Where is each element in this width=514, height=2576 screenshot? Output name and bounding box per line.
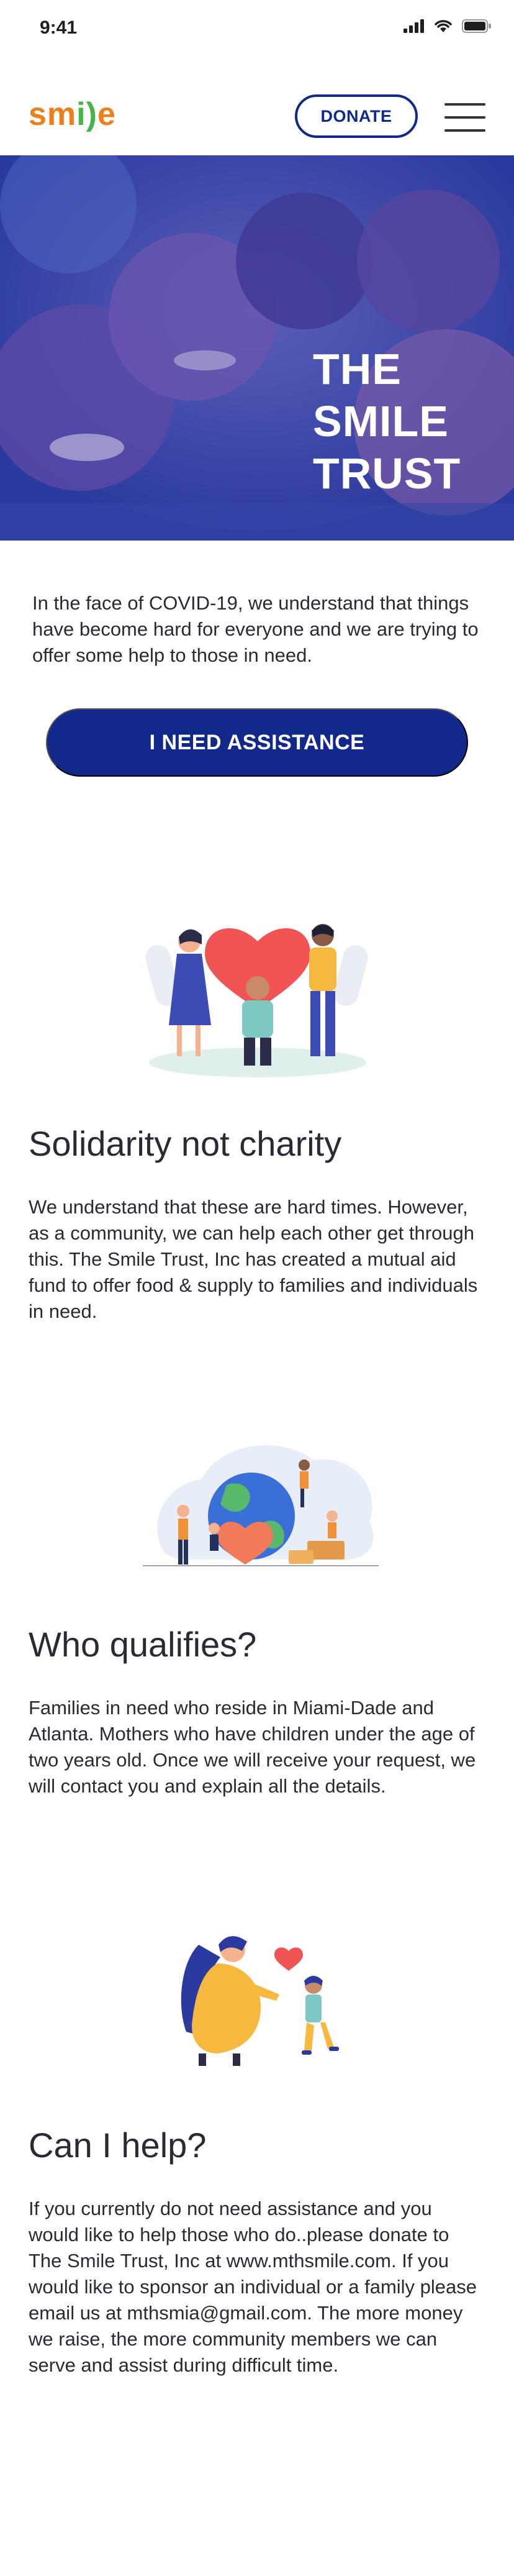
section-title-can-i-help: Can I help? (29, 2126, 207, 2165)
wifi-icon (435, 20, 452, 32)
hamburger-menu-icon[interactable] (444, 103, 485, 132)
intro-text: In the face of COVID-19, we understand t… (32, 592, 479, 666)
mother-child-illustration (181, 1936, 339, 2066)
donate-button[interactable]: DONATE (295, 94, 418, 138)
battery-icon (462, 19, 491, 33)
status-icons (404, 19, 492, 34)
section-body-can-i-help: If you currently do not need assistance … (29, 2198, 477, 2376)
globe-community-illustration (143, 1445, 379, 1566)
hero-title-line: THE (313, 345, 402, 393)
site-header: smi)e smile DONATE (0, 57, 514, 155)
status-bar: 9:41 (0, 0, 514, 57)
signal-icon (404, 19, 424, 33)
hero-title-line: SMILE (313, 397, 449, 445)
hero-banner: THE SMILE TRUST (0, 155, 514, 541)
hero-title: THE SMILE TRUST (313, 343, 461, 500)
section-title-who-qualifies: Who qualifies? (29, 1625, 257, 1664)
smile-logo[interactable]: smi)e smile (29, 96, 116, 133)
need-assistance-button[interactable]: I NEED ASSISTANCE (46, 708, 468, 777)
solidarity-illustration (145, 924, 368, 1077)
section-body-who-qualifies: Families in need who reside in Miami-Dad… (29, 1697, 476, 1797)
status-time: 9:41 (40, 17, 78, 38)
hero-title-line: TRUST (313, 449, 461, 498)
section-title-solidarity: Solidarity not charity (29, 1124, 342, 1163)
section-body-solidarity: We understand that these are hard times.… (29, 1196, 478, 1322)
